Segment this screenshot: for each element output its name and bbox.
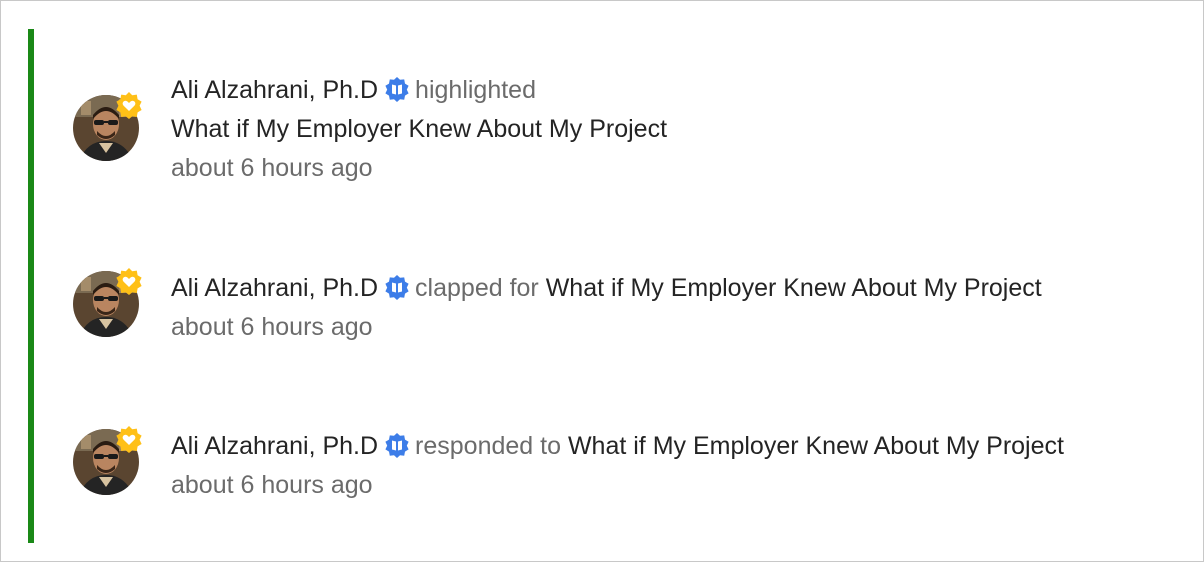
action-text: highlighted: [415, 76, 536, 104]
story-title[interactable]: What if My Employer Knew About My Projec…: [546, 274, 1042, 302]
notification-text: Ali Alzahrani, Ph.D clapped for What if M…: [171, 269, 1181, 347]
action-text: clapped for: [415, 274, 539, 302]
verified-badge-icon: [384, 75, 410, 102]
avatar-container[interactable]: [73, 426, 142, 495]
timestamp: about 6 hours ago: [171, 154, 373, 182]
notification-headline: Ali Alzahrani, Ph.D clapped for What if M…: [171, 269, 1181, 308]
avatar-container[interactable]: [73, 268, 142, 337]
author-name[interactable]: Ali Alzahrani, Ph.D: [171, 274, 378, 302]
verified-badge-icon: [384, 431, 410, 458]
avatar-container[interactable]: [73, 92, 142, 161]
notification-text: Ali Alzahrani, Ph.D highlighted What if M…: [171, 71, 1181, 188]
story-title[interactable]: What if My Employer Knew About My Projec…: [568, 432, 1064, 460]
notification-headline: Ali Alzahrani, Ph.D responded to What if …: [171, 427, 1181, 466]
author-name[interactable]: Ali Alzahrani, Ph.D: [171, 76, 378, 104]
unread-indicator-bar: [28, 29, 34, 543]
story-title-link[interactable]: What if My Employer Knew About My Projec…: [171, 110, 1181, 149]
action-text: responded to: [415, 432, 561, 460]
notification-headline: Ali Alzahrani, Ph.D highlighted: [171, 71, 1181, 110]
timestamp: about 6 hours ago: [171, 313, 373, 341]
notification-text: Ali Alzahrani, Ph.D responded to What if …: [171, 427, 1181, 505]
heart-badge-icon: [115, 425, 143, 453]
author-name[interactable]: Ali Alzahrani, Ph.D: [171, 432, 378, 460]
timestamp: about 6 hours ago: [171, 471, 373, 499]
story-title[interactable]: What if My Employer Knew About My Projec…: [171, 115, 667, 143]
heart-badge-icon: [115, 91, 143, 119]
verified-badge-icon: [384, 273, 410, 300]
notification-panel: Ali Alzahrani, Ph.D highlighted What if M…: [0, 0, 1204, 562]
heart-badge-icon: [115, 267, 143, 295]
